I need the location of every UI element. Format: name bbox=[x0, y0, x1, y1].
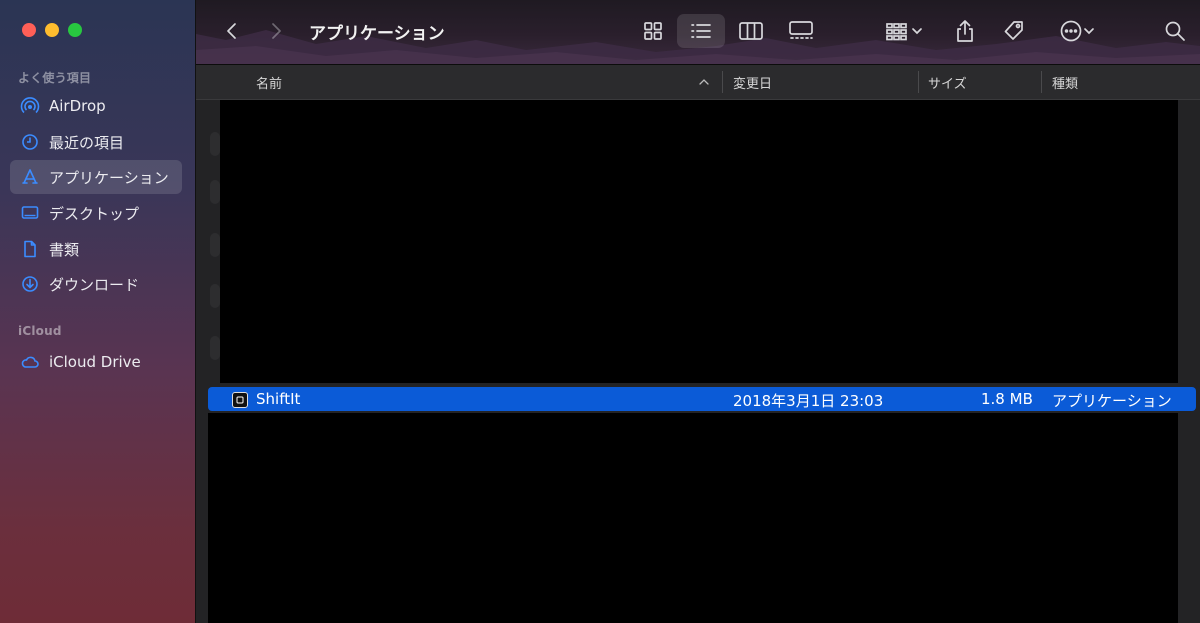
column-divider[interactable] bbox=[918, 71, 919, 93]
chevron-down-icon bbox=[1084, 28, 1094, 35]
sidebar-item-label: ダウンロード bbox=[49, 275, 140, 294]
file-name: ShiftIt bbox=[256, 390, 301, 408]
sidebar-item-icloud-drive[interactable]: iCloud Drive bbox=[10, 345, 182, 379]
share-icon bbox=[957, 20, 973, 42]
sidebar-section-icloud: iCloud bbox=[18, 324, 62, 338]
column-divider[interactable] bbox=[722, 71, 723, 93]
minimize-window-button[interactable] bbox=[45, 23, 59, 37]
tag-icon bbox=[1004, 21, 1023, 40]
close-window-button[interactable] bbox=[22, 23, 36, 37]
share-button[interactable] bbox=[950, 14, 980, 48]
file-list[interactable]: ShiftIt 2018年3月1日 23:03 1.8 MB アプリケーション bbox=[196, 100, 1200, 623]
back-button[interactable] bbox=[218, 14, 246, 48]
desktop-icon bbox=[19, 202, 41, 224]
sidebar-item-label: デスクトップ bbox=[49, 204, 140, 223]
sidebar-item-label: 最近の項目 bbox=[49, 133, 125, 152]
table-row[interactable]: ShiftIt 2018年3月1日 23:03 1.8 MB アプリケーション bbox=[208, 387, 1196, 411]
app-icon bbox=[232, 392, 248, 408]
gallery-icon bbox=[789, 21, 813, 39]
more-actions-button[interactable] bbox=[1052, 14, 1102, 48]
column-header-name-label: 名前 bbox=[256, 76, 283, 92]
column-header-kind[interactable]: 種類 bbox=[1052, 65, 1078, 99]
chevron-left-icon bbox=[227, 23, 236, 39]
row-edge bbox=[210, 180, 220, 204]
file-kind: アプリケーション bbox=[1052, 392, 1172, 410]
column-header-name[interactable]: 名前 bbox=[256, 65, 282, 99]
row-edge bbox=[210, 284, 220, 308]
row-edge bbox=[210, 233, 220, 257]
sidebar-item-desktop[interactable]: デスクトップ bbox=[10, 196, 182, 230]
sidebar-item-label: iCloud Drive bbox=[49, 353, 141, 371]
document-icon bbox=[19, 238, 41, 260]
sidebar-item-airdrop[interactable]: AirDrop bbox=[10, 89, 182, 123]
chevron-down-icon bbox=[912, 28, 922, 35]
list-blank-area bbox=[220, 100, 1178, 383]
icon-view-button[interactable] bbox=[633, 14, 673, 48]
column-view-button[interactable] bbox=[731, 14, 771, 48]
airdrop-icon bbox=[19, 95, 41, 117]
column-header-size[interactable]: サイズ bbox=[928, 65, 967, 99]
download-icon bbox=[19, 273, 41, 295]
group-by-button[interactable] bbox=[879, 14, 929, 48]
zoom-window-button[interactable] bbox=[68, 23, 82, 37]
gallery-view-button[interactable] bbox=[781, 14, 821, 48]
columns-icon bbox=[739, 22, 763, 40]
column-header-kind-label: 種類 bbox=[1052, 76, 1079, 92]
sidebar-item-label: AirDrop bbox=[49, 97, 106, 115]
list-blank-area bbox=[208, 413, 1178, 623]
sidebar-item-label: 書類 bbox=[49, 240, 80, 259]
file-date: 2018年3月1日 23:03 bbox=[733, 392, 884, 410]
column-header-date[interactable]: 変更日 bbox=[733, 65, 772, 99]
cloud-icon bbox=[19, 351, 41, 373]
row-edge bbox=[210, 132, 220, 156]
applications-icon bbox=[19, 166, 41, 188]
toolbar: アプリケーション bbox=[196, 0, 1200, 65]
forward-button[interactable] bbox=[262, 14, 290, 48]
file-size: 1.8 MB bbox=[981, 390, 1033, 408]
search-icon bbox=[1165, 21, 1185, 41]
sidebar-item-downloads[interactable]: ダウンロード bbox=[10, 267, 182, 301]
column-header-bar: 名前 変更日 サイズ 種類 bbox=[196, 65, 1200, 100]
sidebar-item-recents[interactable]: 最近の項目 bbox=[10, 125, 182, 159]
ellipsis-circle-icon bbox=[1060, 20, 1082, 42]
sidebar-item-label: アプリケーション bbox=[49, 168, 169, 187]
sort-ascending-indicator bbox=[698, 65, 710, 99]
sidebar-item-applications[interactable]: アプリケーション bbox=[10, 160, 182, 194]
column-header-date-label: 変更日 bbox=[733, 76, 773, 92]
clock-icon bbox=[19, 131, 41, 153]
row-edge bbox=[210, 336, 220, 360]
sidebar-section-favorites: よく使う項目 bbox=[18, 71, 92, 85]
chevron-up-icon bbox=[699, 79, 709, 85]
list-icon bbox=[691, 24, 711, 38]
grid-icon bbox=[644, 22, 662, 40]
search-button[interactable] bbox=[1160, 14, 1190, 48]
group-grid-icon bbox=[886, 23, 907, 41]
window-title: アプリケーション bbox=[309, 24, 445, 44]
sidebar-item-documents[interactable]: 書類 bbox=[10, 232, 182, 266]
column-header-size-label: サイズ bbox=[928, 76, 967, 92]
tag-button[interactable] bbox=[998, 14, 1030, 48]
chevron-right-icon bbox=[272, 23, 281, 39]
column-divider[interactable] bbox=[1041, 71, 1042, 93]
window-controls bbox=[22, 23, 82, 37]
list-view-button[interactable] bbox=[677, 14, 725, 48]
sidebar: よく使う項目 AirDrop 最近の項目 アプリケーション デスクトップ 書類 bbox=[0, 0, 196, 623]
